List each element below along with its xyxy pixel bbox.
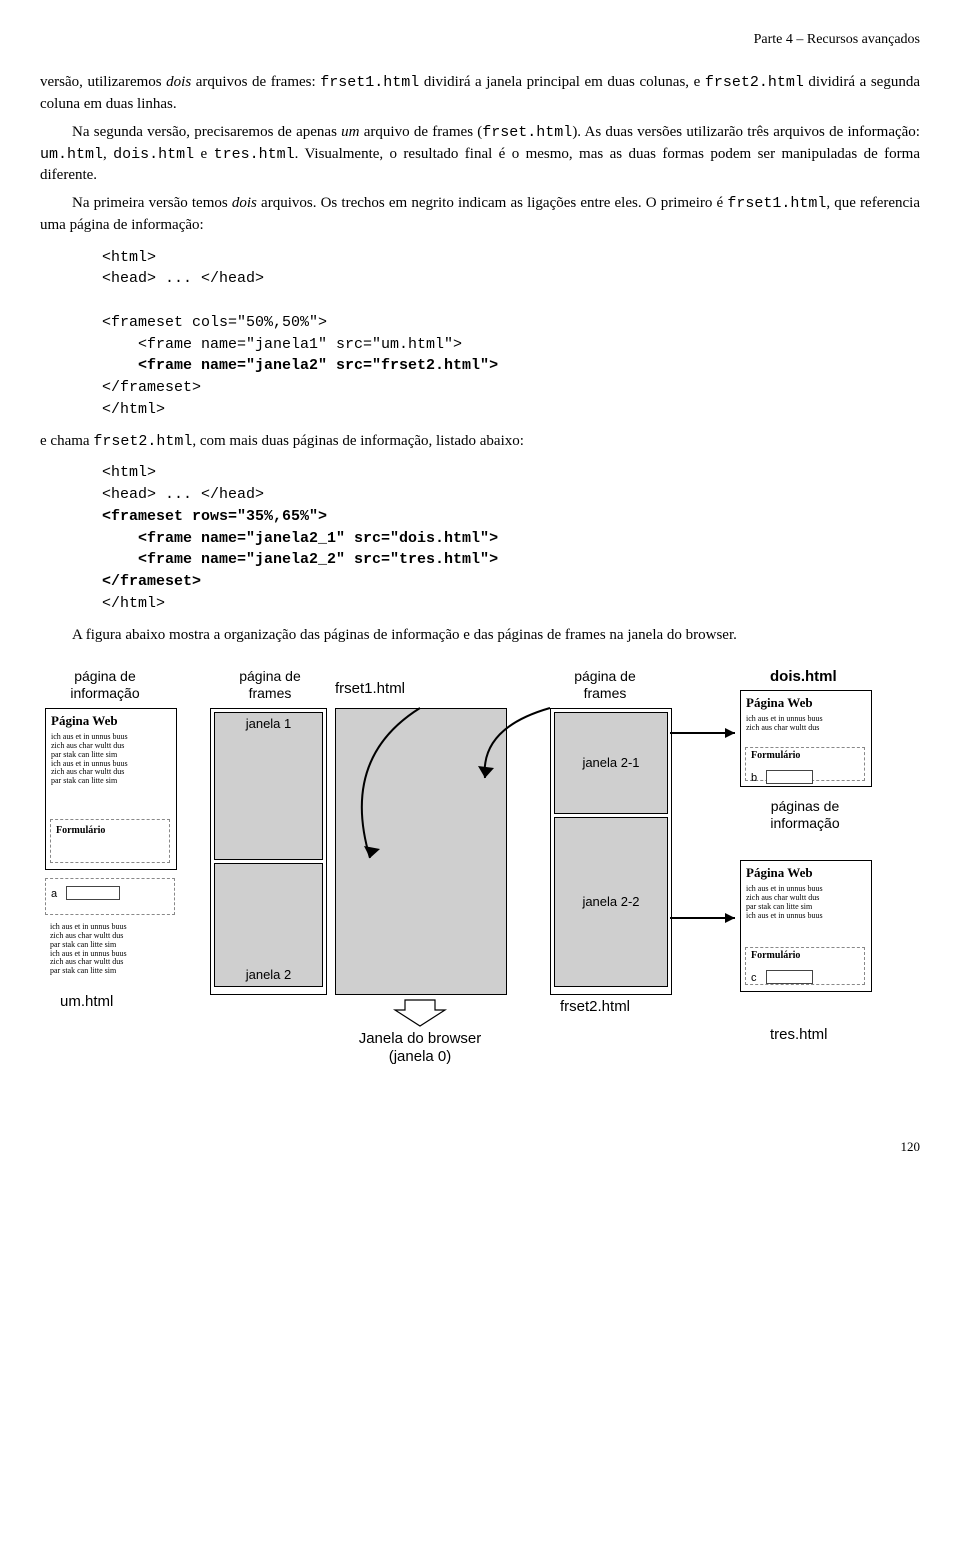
c1l1: <html>: [102, 249, 156, 266]
box1-form-label: Formulário: [51, 820, 169, 841]
field-a-input: [66, 886, 120, 900]
p4a: e chama: [40, 433, 93, 449]
field-a-box: a: [45, 878, 175, 915]
arrow-3-icon: [665, 728, 745, 788]
p3a: Na primeira versão temos: [72, 195, 232, 211]
box1-title: Página Web: [46, 709, 176, 733]
p2d: frset.html: [482, 124, 572, 141]
field-c-label: c: [746, 972, 762, 984]
box-tres: Página Web ich aus et in unnus buus zich…: [740, 860, 872, 992]
c1l4: <frameset cols="50%,50%">: [102, 314, 327, 331]
label-info1: página de informação: [50, 668, 160, 702]
label-janela1: janela 1: [246, 717, 292, 731]
p2c: arquivo de frames (: [360, 124, 483, 140]
code-block-1: <html> <head> ... </head> <frameset cols…: [102, 247, 920, 421]
code-block-2: <html> <head> ... </head> <frameset rows…: [102, 462, 920, 614]
p1e: dividirá a janela principal em duas colu…: [419, 74, 705, 90]
box-tres-text: ich aus et in unnus buus zich aus char w…: [741, 885, 871, 920]
c1l6: <frame name="janela2" src="frset2.html">: [102, 357, 498, 374]
label-frames2: página de frames: [550, 668, 660, 702]
label-janela2: janela 2: [246, 968, 292, 982]
field-b-label: b: [746, 772, 762, 784]
c2l6: </frameset>: [102, 573, 201, 590]
c2l7: </html>: [102, 595, 165, 612]
p3d: frset1.html: [727, 195, 826, 212]
arrow-curve-2-icon: [470, 698, 590, 818]
field-a-label: a: [46, 887, 62, 903]
c2l3: <frameset rows="35%,65%">: [102, 508, 327, 525]
paragraph-5: A figura abaixo mostra a organização das…: [40, 625, 920, 647]
c1l5: <frame name="janela1" src="um.html">: [102, 336, 462, 353]
box-frset1: janela 1 janela 2: [210, 708, 327, 995]
paragraph-3: Na primeira versão temos dois arquivos. …: [40, 193, 920, 237]
p2a: Na segunda versão, precisaremos de apena…: [72, 124, 341, 140]
paragraph-4: e chama frset2.html, com mais duas págin…: [40, 431, 920, 453]
p3c: arquivos. Os trechos em negrito indicam …: [257, 195, 727, 211]
box-dois: Página Web ich aus et in unnus buus zich…: [740, 690, 872, 787]
p1a: versão, utilizaremos: [40, 74, 166, 90]
arrow-down-icon: [385, 998, 455, 1028]
p2e: ). As duas versões utilizarão três arqui…: [572, 124, 920, 140]
c2l1: <html>: [102, 464, 156, 481]
box1-text: ich aus et in unnus buus zich aus char w…: [46, 733, 176, 786]
text-under-a: ich aus et in unnus buus zich aus char w…: [45, 923, 185, 976]
label-tres: tres.html: [770, 1026, 828, 1044]
p4b: frset2.html: [93, 433, 192, 450]
label-frset1: frset1.html: [335, 680, 405, 698]
diagram: página de informação Página Web ich aus …: [40, 668, 920, 1128]
box-dois-text: ich aus et in unnus buus zich aus char w…: [741, 715, 871, 733]
label-um: um.html: [60, 993, 113, 1011]
p3b: dois: [232, 195, 257, 211]
label-info2: páginas de informação: [750, 798, 860, 832]
p1c: arquivos de frames:: [191, 74, 320, 90]
field-c-input: [766, 970, 813, 984]
c2l4: <frame name="janela2_1" src="dois.html">: [102, 530, 498, 547]
p2f: um.html: [40, 146, 103, 163]
p1f: frset2.html: [705, 74, 804, 91]
arrow-4-icon: [665, 913, 745, 973]
p2g: ,: [103, 146, 113, 162]
label-frset2: frset2.html: [560, 998, 630, 1016]
page-header: Parte 4 – Recursos avançados: [40, 30, 920, 50]
paragraph-1: versão, utilizaremos dois arquivos de fr…: [40, 72, 920, 116]
p2j: tres.html: [214, 146, 295, 163]
box-janela22: janela 2-2: [554, 817, 668, 987]
field-b-input: [766, 770, 813, 784]
box-dois-title: Página Web: [741, 691, 871, 715]
label-janela22: janela 2-2: [582, 895, 639, 909]
label-browser: Janela do browser (janela 0): [315, 1030, 525, 1066]
c1l7: </frameset>: [102, 379, 201, 396]
box-tres-form: Formulário: [746, 948, 864, 966]
p1b: dois: [166, 74, 191, 90]
p2b: um: [341, 124, 359, 140]
p4c: , com mais duas páginas de informação, l…: [192, 433, 524, 449]
box-pagina-web-1: Página Web ich aus et in unnus buus zich…: [45, 708, 177, 870]
c1l2: <head> ... </head>: [102, 270, 264, 287]
paragraph-2: Na segunda versão, precisaremos de apena…: [40, 122, 920, 187]
c2l5: <frame name="janela2_2" src="tres.html">: [102, 551, 498, 568]
p2h: dois.html: [113, 146, 194, 163]
label-janela21: janela 2-1: [582, 756, 639, 770]
p1d: frset1.html: [320, 74, 419, 91]
c1l8: </html>: [102, 401, 165, 418]
label-dois: dois.html: [770, 668, 837, 686]
box-tres-title: Página Web: [741, 861, 871, 885]
page-number: 120: [40, 1138, 920, 1157]
label-frames1: página de frames: [220, 668, 320, 702]
box-dois-form: Formulário: [746, 748, 864, 766]
c2l2: <head> ... </head>: [102, 486, 264, 503]
p2i: e: [194, 146, 213, 162]
